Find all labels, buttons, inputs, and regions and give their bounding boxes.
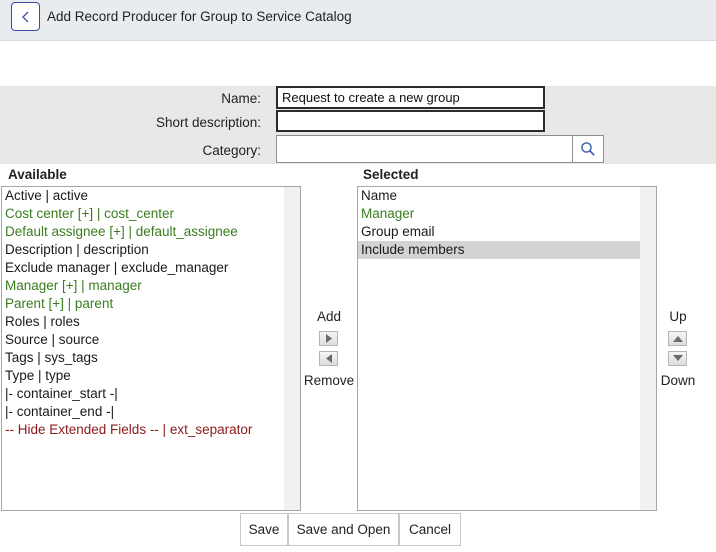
selected-option[interactable]: Name (358, 187, 656, 205)
move-up-button[interactable] (668, 331, 687, 346)
up-label: Up (669, 309, 687, 324)
back-button[interactable] (11, 2, 40, 31)
move-down-button[interactable] (668, 351, 687, 366)
add-label: Add (316, 309, 342, 324)
selected-listbox[interactable]: Name Manager Group email Include members (357, 186, 657, 511)
available-heading: Available (8, 167, 67, 182)
selected-options: Name Manager Group email Include members (358, 187, 656, 259)
selected-option[interactable]: Include members (358, 241, 640, 259)
name-input[interactable] (276, 86, 545, 109)
chevron-left-icon (21, 11, 28, 22)
category-input[interactable] (276, 135, 573, 163)
available-option[interactable]: Default assignee [+] | default_assignee (2, 223, 300, 241)
cancel-button[interactable]: Cancel (399, 513, 461, 546)
available-option[interactable]: Manager [+] | manager (2, 277, 300, 295)
available-option[interactable]: Active | active (2, 187, 300, 205)
available-option[interactable]: |- container_end -| (2, 403, 300, 421)
short-description-label: Short description: (155, 115, 261, 130)
available-option[interactable]: Exclude manager | exclude_manager (2, 259, 300, 277)
arrow-right-icon (325, 334, 332, 343)
selected-heading: Selected (363, 167, 419, 182)
category-lookup-button[interactable] (572, 135, 604, 163)
available-option[interactable]: |- container_start -| (2, 385, 300, 403)
available-option[interactable]: Parent [+] | parent (2, 295, 300, 313)
available-option[interactable]: Cost center [+] | cost_center (2, 205, 300, 223)
save-button[interactable]: Save (240, 513, 288, 546)
available-options: Active | active Cost center [+] | cost_ce… (2, 187, 300, 439)
available-option[interactable]: Source | source (2, 331, 300, 349)
save-and-open-button[interactable]: Save and Open (288, 513, 399, 546)
available-option[interactable]: Type | type (2, 367, 300, 385)
arrow-down-icon (672, 355, 683, 361)
available-option[interactable]: Roles | roles (2, 313, 300, 331)
category-label: Category: (202, 143, 261, 158)
page-title: Add Record Producer for Group to Service… (47, 9, 352, 24)
selected-option[interactable]: Manager (358, 205, 656, 223)
available-option[interactable]: Description | description (2, 241, 300, 259)
remove-button[interactable] (319, 351, 338, 366)
selected-scrollbar[interactable] (640, 187, 656, 510)
available-option[interactable]: Tags | sys_tags (2, 349, 300, 367)
available-listbox[interactable]: Active | active Cost center [+] | cost_ce… (1, 186, 301, 511)
name-label: Name: (221, 91, 261, 106)
add-button[interactable] (319, 331, 338, 346)
selected-option[interactable]: Group email (358, 223, 656, 241)
search-icon (581, 142, 595, 156)
down-label: Down (660, 373, 696, 388)
remove-label: Remove (303, 373, 355, 388)
page-header: Add Record Producer for Group to Service… (0, 0, 716, 41)
arrow-up-icon (672, 336, 683, 342)
available-scrollbar[interactable] (284, 187, 300, 510)
available-option[interactable]: -- Hide Extended Fields -- | ext_separat… (2, 421, 300, 439)
short-description-input[interactable] (276, 110, 545, 132)
arrow-left-icon (325, 354, 332, 363)
